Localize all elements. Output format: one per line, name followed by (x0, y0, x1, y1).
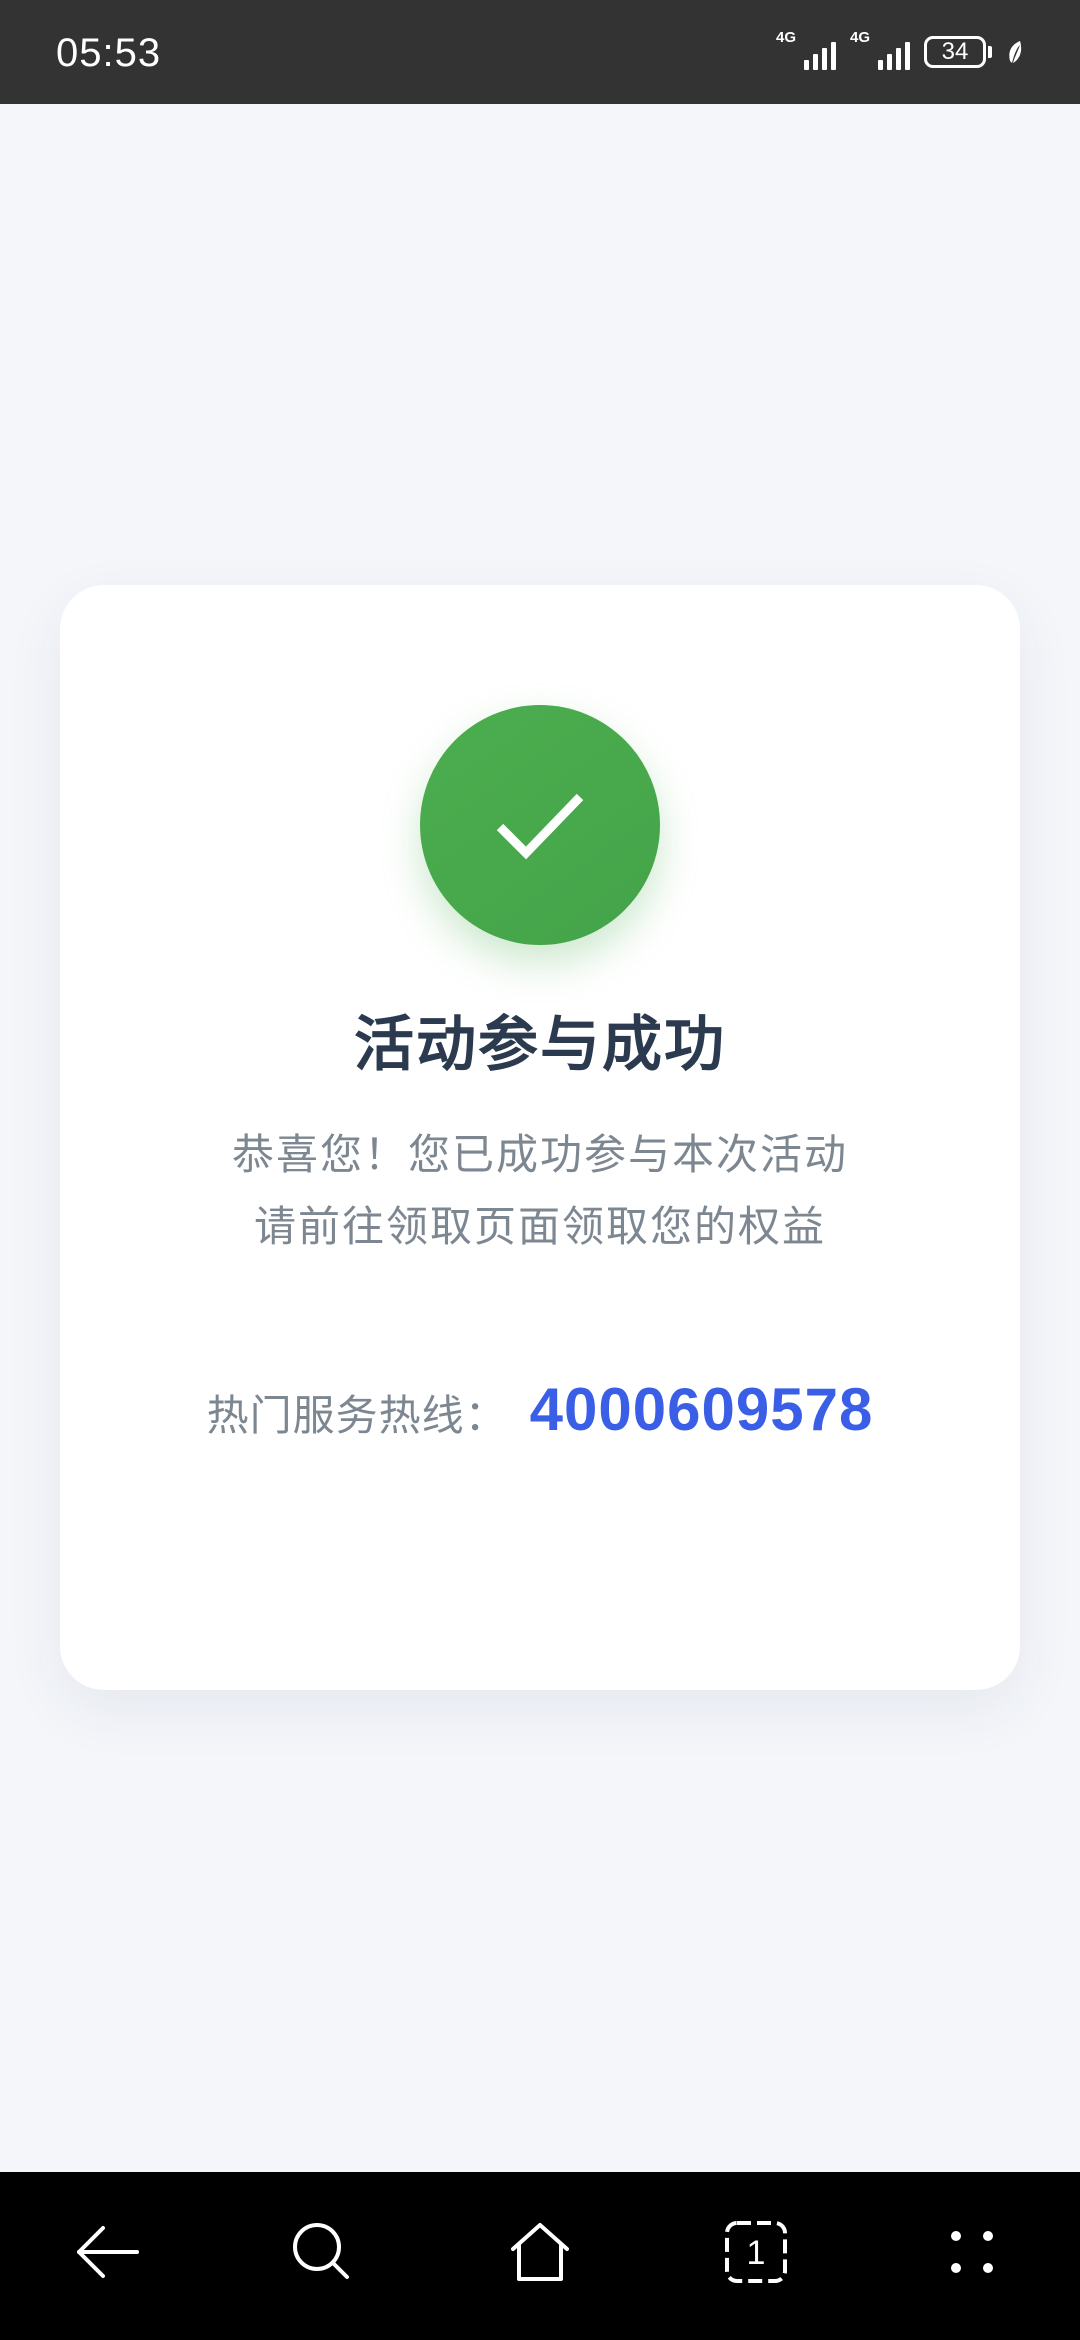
network-type-label: 4G (776, 29, 797, 46)
result-card: 活动参与成功 恭喜您！您已成功参与本次活动 请前往领取页面领取您的权益 热门服务… (60, 585, 1020, 1690)
checkmark-icon (496, 793, 584, 860)
signal-icon: 4G (850, 30, 910, 70)
home-button[interactable] (500, 2212, 580, 2292)
search-icon (293, 2223, 349, 2279)
success-badge (420, 705, 660, 945)
status-icons: 4G 4G 34 (776, 30, 1024, 74)
status-time: 05:53 (56, 31, 162, 75)
battery-icon: 34 (924, 36, 992, 68)
signal-icon: 4G (776, 30, 836, 70)
home-icon (511, 2223, 569, 2281)
hotline-row: 热门服务热线： 4000609578 (60, 1375, 1020, 1444)
result-title: 活动参与成功 (354, 1010, 726, 1080)
search-button[interactable] (282, 2212, 362, 2292)
tabs-icon: 1 (725, 2221, 787, 2283)
back-button[interactable] (68, 2212, 148, 2292)
tabs-button[interactable]: 1 (716, 2212, 796, 2292)
back-icon (77, 2226, 139, 2278)
bottom-nav-bar: 1 (0, 2172, 1080, 2340)
result-message-line2: 请前往领取页面领取您的权益 (253, 1202, 826, 1251)
status-bar: 05:53 4G 4G 34 (0, 0, 1080, 104)
menu-button[interactable] (932, 2212, 1012, 2292)
battery-level: 34 (924, 36, 986, 68)
hotline-label: 热门服务热线： (206, 1391, 508, 1440)
leaf-icon (1009, 41, 1022, 63)
network-type-label: 4G (850, 29, 871, 46)
menu-icon (951, 2231, 993, 2273)
hotline-number-link[interactable]: 4000609578 (530, 1375, 874, 1444)
result-message-line1: 恭喜您！您已成功参与本次活动 (231, 1130, 848, 1179)
tabs-count: 1 (747, 2234, 766, 2272)
